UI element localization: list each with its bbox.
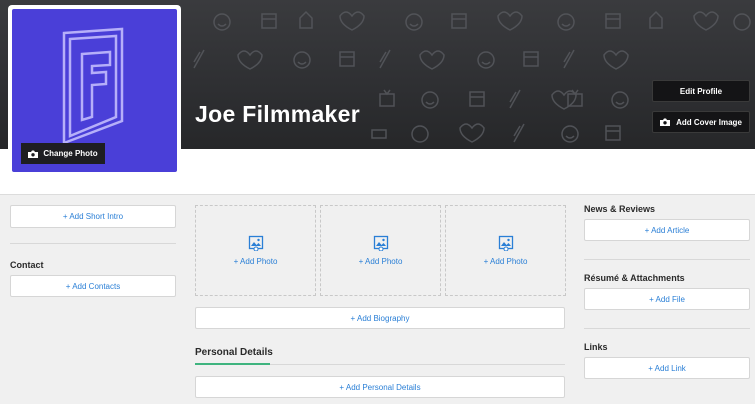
add-cover-image-button[interactable]: Add Cover Image [652,111,750,133]
add-contacts-button[interactable]: + Add Contacts [10,275,176,297]
photo-placeholder-icon [248,235,263,251]
photo-slot[interactable]: + Add Photo [195,205,316,296]
add-file-label: + Add File [649,294,685,304]
add-short-intro-button[interactable]: + Add Short Intro [10,205,176,228]
add-biography-button[interactable]: + Add Biography [195,307,565,329]
camera-icon [660,118,671,126]
divider [584,259,750,260]
add-link-button[interactable]: + Add Link [584,357,750,379]
links-title: Links [584,342,608,352]
divider [10,243,176,244]
profile-name: Joe Filmmaker [195,101,360,127]
add-personal-details-button[interactable]: + Add Personal Details [195,376,565,398]
personal-details-title: Personal Details [195,347,273,358]
divider [584,328,750,329]
edit-profile-button[interactable]: Edit Profile [652,80,750,102]
add-article-button[interactable]: + Add Article [584,219,750,241]
photo-slot[interactable]: + Add Photo [445,205,566,296]
change-photo-label: Change Photo [43,149,98,158]
change-photo-button[interactable]: Change Photo [21,143,105,164]
add-photo-label: + Add Photo [358,257,403,266]
photo-slot[interactable]: + Add Photo [320,205,441,296]
add-contacts-label: + Add Contacts [65,281,121,291]
personal-details-accent [195,363,270,365]
add-personal-details-label: + Add Personal Details [339,382,421,392]
contact-title: Contact [10,260,44,270]
add-file-button[interactable]: + Add File [584,288,750,310]
news-reviews-title: News & Reviews [584,204,656,214]
photo-placeholder-icon [498,235,513,251]
edit-profile-label: Edit Profile [679,86,723,96]
add-link-label: + Add Link [648,363,686,373]
photo-placeholder-icon [373,235,388,251]
add-article-label: + Add Article [644,225,690,235]
add-photo-label: + Add Photo [233,257,278,266]
add-cover-image-label: Add Cover Image [676,117,742,127]
resume-attachments-title: Résumé & Attachments [584,273,685,283]
add-photo-label: + Add Photo [483,257,528,266]
camera-icon [28,150,39,158]
add-biography-label: + Add Biography [350,313,410,323]
add-short-intro-label: + Add Short Intro [62,212,124,221]
